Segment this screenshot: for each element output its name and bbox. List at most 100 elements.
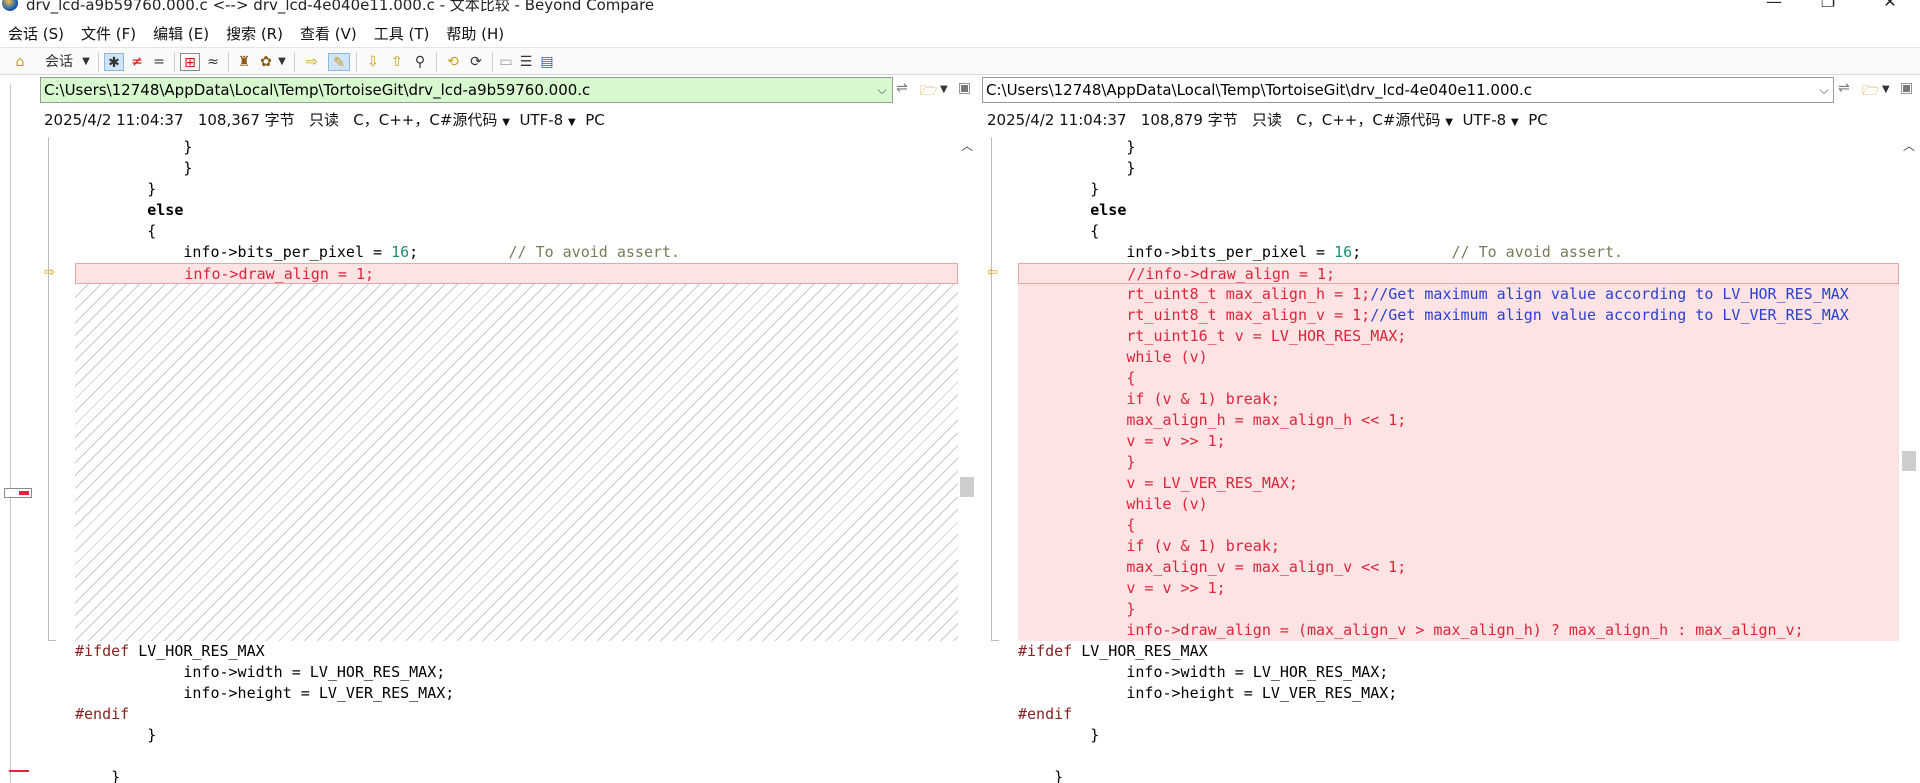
code-line: info->width = LV_HOR_RES_MAX; bbox=[1018, 663, 1389, 681]
code-line: #ifdef LV_HOR_RES_MAX bbox=[75, 642, 265, 660]
close-icon[interactable]: ✕ bbox=[1880, 0, 1900, 12]
left-lineend[interactable]: PC bbox=[585, 111, 605, 129]
right-size: 108,879 字节 bbox=[1140, 111, 1238, 129]
missing-lines-placeholder bbox=[75, 284, 958, 641]
chevron-down-icon[interactable]: ▼ bbox=[1882, 84, 1890, 95]
copy-to-left-arrow-icon[interactable]: ⇦ bbox=[987, 265, 998, 280]
show-all-icon[interactable]: ✱ bbox=[104, 53, 124, 71]
menu-search[interactable]: 搜索 (R) bbox=[226, 23, 283, 44]
right-file-info: 2025/4/2 11:04:37 108,879 字节 只读 C，C++，C#… bbox=[987, 109, 1548, 131]
copy-to-right-icon[interactable]: ⇨ bbox=[302, 53, 322, 71]
copy-to-right-arrow-icon[interactable]: ⇨ bbox=[44, 265, 55, 280]
next-diff-icon[interactable]: ⇩ bbox=[364, 53, 382, 71]
edit-icon[interactable]: ✎ bbox=[328, 53, 350, 71]
left-vertical-scrollbar[interactable]: ︿ bbox=[958, 137, 976, 783]
right-vertical-scrollbar[interactable]: ︿ bbox=[1900, 137, 1918, 783]
chevron-down-icon[interactable]: ▼ bbox=[276, 53, 288, 71]
diff-line: v = v >> 1; bbox=[1018, 578, 1899, 599]
left-code-pane[interactable]: ⇨ } } } else { info->bits_per_pixel = 16… bbox=[40, 137, 958, 783]
maximize-icon[interactable]: ❐ bbox=[1818, 0, 1838, 12]
right-encoding[interactable]: UTF-8 bbox=[1462, 111, 1506, 129]
diff-line: { bbox=[1018, 368, 1899, 389]
right-code-pane[interactable]: ⇦ } } } else { info->bits_per_pixel = 16… bbox=[983, 137, 1899, 783]
home-icon[interactable]: ⌂ bbox=[10, 53, 30, 71]
diff-line: { bbox=[1018, 515, 1899, 536]
chevron-down-icon[interactable]: ▼ bbox=[1445, 117, 1453, 128]
diff-line: //info->draw_align = 1; bbox=[1018, 263, 1899, 284]
format-icon[interactable]: ✿ bbox=[256, 53, 276, 71]
menu-help[interactable]: 帮助 (H) bbox=[446, 23, 504, 44]
code-line: info->width = LV_HOR_RES_MAX; bbox=[75, 663, 446, 681]
code-line: info->height = LV_VER_RES_MAX; bbox=[1018, 684, 1398, 702]
diff-line: rt_uint8_t max_align_h = 1;//Get maximum… bbox=[1018, 284, 1899, 305]
code-line: } bbox=[75, 159, 193, 177]
toolbar-separator bbox=[98, 52, 99, 72]
chevron-down-icon[interactable]: ⌵ bbox=[873, 77, 891, 103]
code-line: } bbox=[1018, 180, 1100, 198]
open-folder-icon[interactable]: 🗁 bbox=[920, 80, 937, 104]
left-encoding[interactable]: UTF-8 bbox=[519, 111, 563, 129]
code-line: #ifdef LV_HOR_RES_MAX bbox=[1018, 642, 1208, 660]
find-icon[interactable]: ⚲ bbox=[410, 53, 430, 71]
show-diffs-icon[interactable]: ≠ bbox=[128, 53, 146, 71]
chevron-down-icon[interactable]: ⌵ bbox=[1815, 77, 1833, 103]
swap-icon[interactable]: ⟲ bbox=[444, 53, 462, 71]
left-date: 2025/4/2 11:04:37 bbox=[44, 111, 184, 129]
chevron-down-icon[interactable]: ▼ bbox=[502, 117, 510, 128]
chevron-down-icon[interactable]: ▼ bbox=[80, 53, 92, 71]
title-bar: drv_lcd-a9b59760.000.c <--> drv_lcd-4e04… bbox=[0, 0, 1920, 16]
overview-gutter[interactable] bbox=[0, 84, 35, 783]
diff-line: while (v) bbox=[1018, 494, 1899, 515]
chevron-up-icon[interactable]: ︿ bbox=[1900, 137, 1918, 155]
diff-line: rt_uint8_t max_align_v = 1;//Get maximum… bbox=[1018, 305, 1899, 326]
session-button[interactable]: 会话 bbox=[42, 53, 76, 71]
browse-history-icon[interactable]: ⇌ bbox=[896, 80, 908, 96]
right-format[interactable]: C，C++，C#源代码 bbox=[1296, 111, 1440, 129]
show-same-icon[interactable]: = bbox=[150, 53, 168, 71]
left-format[interactable]: C，C++，C#源代码 bbox=[353, 111, 497, 129]
save-icon[interactable]: ▣ bbox=[958, 80, 971, 96]
code-line-bits-per-pixel: info->bits_per_pixel = 16; // To avoid a… bbox=[75, 243, 681, 261]
scroll-thumb[interactable] bbox=[1902, 451, 1916, 471]
code-line: } bbox=[1018, 726, 1100, 744]
report-icon[interactable]: ▤ bbox=[538, 53, 556, 71]
save-icon[interactable]: ▣ bbox=[1900, 80, 1913, 96]
left-readonly: 只读 bbox=[308, 111, 339, 129]
code-line: } bbox=[75, 768, 121, 783]
chevron-down-icon[interactable]: ▼ bbox=[1511, 117, 1519, 128]
right-code: } } } else { info->bits_per_pixel = 16; … bbox=[1018, 137, 1899, 783]
left-path-input[interactable]: C:\Users\12748\AppData\Local\Temp\Tortoi… bbox=[40, 77, 893, 103]
right-date: 2025/4/2 11:04:37 bbox=[987, 111, 1127, 129]
chevron-down-icon[interactable]: ▼ bbox=[940, 84, 948, 95]
right-lineend[interactable]: PC bbox=[1528, 111, 1548, 129]
menu-edit[interactable]: 编辑 (E) bbox=[153, 23, 209, 44]
gutter-bracket-line bbox=[48, 137, 49, 640]
scroll-thumb[interactable] bbox=[960, 477, 974, 497]
menu-file[interactable]: 文件 (F) bbox=[81, 23, 136, 44]
gutter-bracket-end bbox=[991, 640, 999, 641]
right-line-gutter: ⇦ bbox=[983, 137, 1018, 783]
minor-icon[interactable]: ≈ bbox=[204, 53, 222, 71]
context-icon[interactable]: ⊞ bbox=[180, 53, 200, 71]
sidebar-icon[interactable]: ▭ bbox=[498, 53, 514, 71]
right-path-input[interactable]: C:\Users\12748\AppData\Local\Temp\Tortoi… bbox=[982, 77, 1834, 103]
overview-position-marker[interactable] bbox=[4, 488, 32, 498]
minimize-icon[interactable]: — bbox=[1764, 0, 1784, 12]
menu-session[interactable]: 会话 (S) bbox=[8, 23, 64, 44]
browse-history-icon[interactable]: ⇌ bbox=[1838, 80, 1850, 96]
chevron-up-icon[interactable]: ︿ bbox=[958, 137, 976, 155]
list-icon[interactable]: ☰ bbox=[518, 53, 534, 71]
prev-diff-icon[interactable]: ⇧ bbox=[388, 53, 406, 71]
toolbar-separator bbox=[356, 52, 357, 72]
code-line: } bbox=[1018, 159, 1136, 177]
chevron-down-icon[interactable]: ▼ bbox=[568, 117, 576, 128]
open-folder-icon[interactable]: 🗁 bbox=[1862, 80, 1879, 104]
reload-icon[interactable]: ⟳ bbox=[466, 53, 486, 71]
code-line: else bbox=[1018, 201, 1127, 219]
toolbar-separator bbox=[294, 52, 295, 72]
code-line: else bbox=[75, 201, 184, 219]
rules-icon[interactable]: ♜ bbox=[234, 53, 254, 71]
menu-tools[interactable]: 工具 (T) bbox=[374, 23, 430, 44]
menu-view[interactable]: 查看 (V) bbox=[300, 23, 357, 44]
